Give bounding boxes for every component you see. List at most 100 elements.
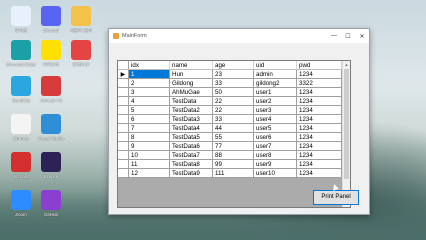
- column-header-pwd[interactable]: pwd: [296, 61, 342, 70]
- table-cell-uid[interactable]: user9: [253, 159, 297, 169]
- scrollbar-thumb[interactable]: [344, 69, 349, 179]
- table-cell-idx[interactable]: 6: [128, 114, 170, 124]
- table-cell-age[interactable]: 88: [212, 150, 254, 160]
- table-row[interactable]: 8 TestData5 55 user6 1234: [118, 132, 342, 142]
- row-header[interactable]: [118, 159, 129, 169]
- table-row[interactable]: ▶ 1 Hun 23 admin 1234: [118, 69, 342, 79]
- table-cell-name[interactable]: TestData: [169, 96, 213, 106]
- row-header[interactable]: [118, 141, 129, 151]
- table-cell-idx[interactable]: 7: [128, 123, 170, 133]
- table-cell-name[interactable]: AhMuGae: [169, 87, 213, 97]
- table-row[interactable]: 11 TestData8 99 user9 1234: [118, 159, 342, 169]
- table-row[interactable]: 10 TestData7 88 user8 1234: [118, 150, 342, 160]
- column-header-idx[interactable]: idx: [128, 61, 170, 70]
- table-cell-uid[interactable]: user3: [253, 105, 297, 115]
- desktop-shortcut[interactable]: Chrome: [6, 114, 36, 141]
- table-cell-age[interactable]: 33: [212, 114, 254, 124]
- table-cell-uid[interactable]: user2: [253, 96, 297, 106]
- table-cell-idx[interactable]: 10: [128, 150, 170, 160]
- table-cell-age[interactable]: 111: [212, 168, 254, 178]
- table-cell-name[interactable]: TestData5: [169, 132, 213, 142]
- table-cell-idx[interactable]: 8: [128, 132, 170, 142]
- table-cell-pwd[interactable]: 1234: [296, 132, 342, 142]
- table-row[interactable]: 6 TestData3 33 user4 1234: [118, 114, 342, 124]
- table-cell-idx[interactable]: 5: [128, 105, 170, 115]
- table-cell-name[interactable]: TestData6: [169, 141, 213, 151]
- table-cell-age[interactable]: 44: [212, 123, 254, 133]
- desktop-shortcut[interactable]: Discord: [36, 6, 66, 33]
- table-cell-name[interactable]: TestData9: [169, 168, 213, 178]
- table-cell-age[interactable]: 50: [212, 87, 254, 97]
- table-cell-pwd[interactable]: 3322: [296, 78, 342, 88]
- table-cell-uid[interactable]: gildong2: [253, 78, 297, 88]
- table-cell-age[interactable]: 22: [212, 96, 254, 106]
- row-header[interactable]: [118, 114, 129, 124]
- table-row[interactable]: 5 TestData2 22 user3 1234: [118, 105, 342, 115]
- row-header[interactable]: [118, 123, 129, 133]
- table-cell-uid[interactable]: user10: [253, 168, 297, 178]
- table-cell-name[interactable]: Hun: [169, 69, 213, 79]
- desktop-shortcut[interactable]: 휴지통: [6, 6, 36, 33]
- table-cell-idx[interactable]: 2: [128, 78, 170, 88]
- row-header[interactable]: [118, 96, 129, 106]
- minimize-button[interactable]: —: [327, 29, 341, 43]
- vertical-scrollbar[interactable]: ▲ ▼: [342, 61, 350, 207]
- desktop-shortcut[interactable]: GitHub: [36, 190, 66, 217]
- desktop-shortcut[interactable]: Visual Studio: [36, 114, 66, 141]
- title-bar[interactable]: MainForm — ☐ ✕: [109, 29, 369, 43]
- table-cell-pwd[interactable]: 1234: [296, 168, 342, 178]
- row-header[interactable]: [118, 168, 129, 178]
- desktop-shortcut[interactable]: Zoom: [6, 190, 36, 217]
- table-cell-name[interactable]: Gildong: [169, 78, 213, 88]
- close-button[interactable]: ✕: [355, 29, 369, 43]
- table-cell-uid[interactable]: user7: [253, 141, 297, 151]
- table-cell-name[interactable]: TestData3: [169, 114, 213, 124]
- table-cell-name[interactable]: TestData8: [169, 159, 213, 169]
- table-row[interactable]: 9 TestData6 77 user7 1234: [118, 141, 342, 151]
- scroll-up-arrow-icon[interactable]: ▲: [343, 61, 350, 68]
- table-cell-name[interactable]: TestData7: [169, 150, 213, 160]
- table-row[interactable]: 3 AhMuGae 50 user1 1234: [118, 87, 342, 97]
- table-cell-age[interactable]: 77: [212, 141, 254, 151]
- table-cell-pwd[interactable]: 1234: [296, 123, 342, 133]
- column-header-name[interactable]: name: [169, 61, 213, 70]
- table-cell-idx[interactable]: 3: [128, 87, 170, 97]
- table-row[interactable]: 12 TestData9 111 user10 1234: [118, 168, 342, 178]
- table-cell-age[interactable]: 99: [212, 159, 254, 169]
- row-header[interactable]: [118, 150, 129, 160]
- desktop-shortcut[interactable]: 새폴더 폴더: [66, 6, 96, 33]
- desktop-shortcut[interactable]: BandiZip: [6, 76, 36, 103]
- table-cell-age[interactable]: 22: [212, 105, 254, 115]
- table-cell-pwd[interactable]: 1234: [296, 159, 342, 169]
- table-cell-pwd[interactable]: 1234: [296, 141, 342, 151]
- desktop-shortcut[interactable]: AhnLab V3: [36, 76, 66, 103]
- table-cell-pwd[interactable]: 1234: [296, 114, 342, 124]
- table-cell-name[interactable]: TestData2: [169, 105, 213, 115]
- print-panel-button[interactable]: Print Panel: [313, 190, 359, 205]
- table-row[interactable]: 7 TestData4 44 user5 1234: [118, 123, 342, 133]
- table-cell-pwd[interactable]: 1234: [296, 69, 342, 79]
- desktop-shortcut[interactable]: Acrobat: [6, 152, 36, 179]
- table-cell-idx[interactable]: 12: [128, 168, 170, 178]
- table-cell-uid[interactable]: admin: [253, 69, 297, 79]
- table-cell-pwd[interactable]: 1234: [296, 105, 342, 115]
- table-cell-pwd[interactable]: 1234: [296, 87, 342, 97]
- desktop-shortcut[interactable]: Eclipse: [36, 152, 66, 179]
- column-header-uid[interactable]: uid: [253, 61, 297, 70]
- row-header[interactable]: [118, 87, 129, 97]
- desktop-shortcut[interactable]: Microsoft Edge: [6, 40, 36, 67]
- desktop-shortcut[interactable]: 한컴PDF: [66, 40, 96, 67]
- column-header-age[interactable]: age: [212, 61, 254, 70]
- table-cell-pwd[interactable]: 1234: [296, 96, 342, 106]
- row-header[interactable]: [118, 78, 129, 88]
- maximize-button[interactable]: ☐: [341, 29, 355, 43]
- row-header[interactable]: ▶: [118, 69, 129, 79]
- table-cell-idx[interactable]: 11: [128, 159, 170, 169]
- table-cell-idx[interactable]: 9: [128, 141, 170, 151]
- desktop-shortcut[interactable]: 카카오톡: [36, 40, 66, 67]
- table-cell-age[interactable]: 55: [212, 132, 254, 142]
- table-cell-idx[interactable]: 1: [128, 69, 170, 79]
- table-cell-pwd[interactable]: 1234: [296, 150, 342, 160]
- table-cell-uid[interactable]: user4: [253, 114, 297, 124]
- table-cell-age[interactable]: 23: [212, 69, 254, 79]
